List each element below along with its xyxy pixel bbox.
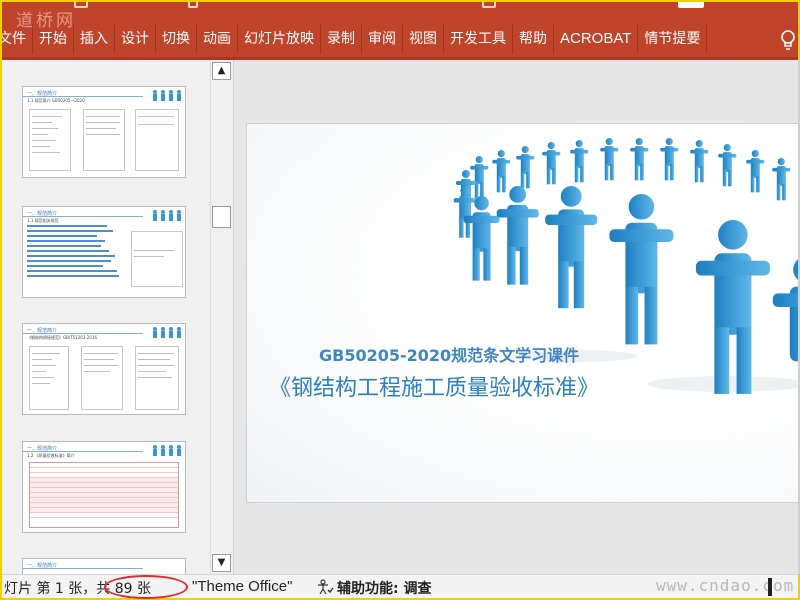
ribbon: 道桥网 文件 开始 插入 设计 切换 动画 幻灯片放映 录制 审阅 视图 开发工…: [2, 2, 798, 58]
qat-redo-icon[interactable]: [482, 2, 496, 8]
slide-thumbnail[interactable]: 一、规范简介 1.1 规范相关规范: [22, 206, 186, 298]
tab-design[interactable]: 设计: [115, 24, 156, 54]
tab-slideshow[interactable]: 幻灯片放映: [238, 24, 321, 54]
tab-file[interactable]: 文件: [2, 24, 33, 54]
watermark-url: www.cndao.com: [656, 576, 795, 595]
tab-storyboard[interactable]: 情节提要: [638, 24, 708, 54]
annotation-circle: [104, 575, 188, 599]
qat-undo-icon[interactable]: [188, 2, 198, 8]
slide-thumbnail[interactable]: 一、规范简介 1.2 《质量验收标准》简介: [22, 441, 186, 533]
scrollbar-thumb[interactable]: [212, 206, 231, 228]
tab-acrobat[interactable]: ACROBAT: [554, 24, 639, 54]
slide-title[interactable]: 《钢结构工程施工质量验收标准》: [269, 370, 599, 402]
tab-review[interactable]: 审阅: [362, 24, 403, 54]
qat-save-icon[interactable]: [74, 2, 88, 8]
slide-canvas[interactable]: GB50205-2020规范条文学习课件 《钢结构工程施工质量验收标准》: [247, 124, 798, 502]
quick-access-toolbar: [2, 2, 798, 16]
lightbulb-icon[interactable]: [778, 29, 798, 51]
thumbnail-scrollbar[interactable]: ▲ ▼: [210, 60, 232, 574]
tab-home[interactable]: 开始: [33, 24, 74, 54]
ribbon-tabs: 文件 开始 插入 设计 切换 动画 幻灯片放映 录制 审阅 视图 开发工具 帮助…: [2, 24, 708, 54]
accessibility-status[interactable]: 辅助功能: 调查: [337, 578, 431, 598]
theme-name: "Theme Office": [192, 578, 293, 595]
tab-help[interactable]: 帮助: [513, 24, 554, 54]
triangle-down-icon[interactable]: ▼: [212, 554, 231, 572]
qat-window-icon[interactable]: [678, 2, 704, 8]
slide-subtitle[interactable]: GB50205-2020规范条文学习课件: [319, 342, 579, 366]
tab-transitions[interactable]: 切换: [156, 24, 197, 54]
slide-thumbnail[interactable]: 一、规范简介 《钢结构焊接规范》GB/T51203-2016: [22, 323, 186, 415]
tab-developer[interactable]: 开发工具: [444, 24, 513, 54]
slide-thumbnail[interactable]: 一、规范简介: [22, 558, 186, 574]
slide-thumbnail[interactable]: 一、规范简介 1.1 规范简介 GB50205—2020: [22, 86, 186, 178]
zoom-slider-handle[interactable]: [768, 578, 772, 596]
triangle-up-icon[interactable]: ▲: [212, 62, 231, 80]
accessibility-check-icon[interactable]: [316, 579, 334, 595]
status-bar: 灯片 第 1 张，共 89 张 "Theme Office" 辅助功能: 调查 …: [2, 574, 798, 599]
people-circle-image: [453, 138, 798, 394]
tab-insert[interactable]: 插入: [74, 24, 115, 54]
tab-animations[interactable]: 动画: [197, 24, 238, 54]
tab-record[interactable]: 录制: [321, 24, 362, 54]
thumbnail-pane: 一、规范简介 1.1 规范简介 GB50205—2020 一、规范简介 1.1 …: [2, 60, 234, 574]
tab-view[interactable]: 视图: [403, 24, 444, 54]
